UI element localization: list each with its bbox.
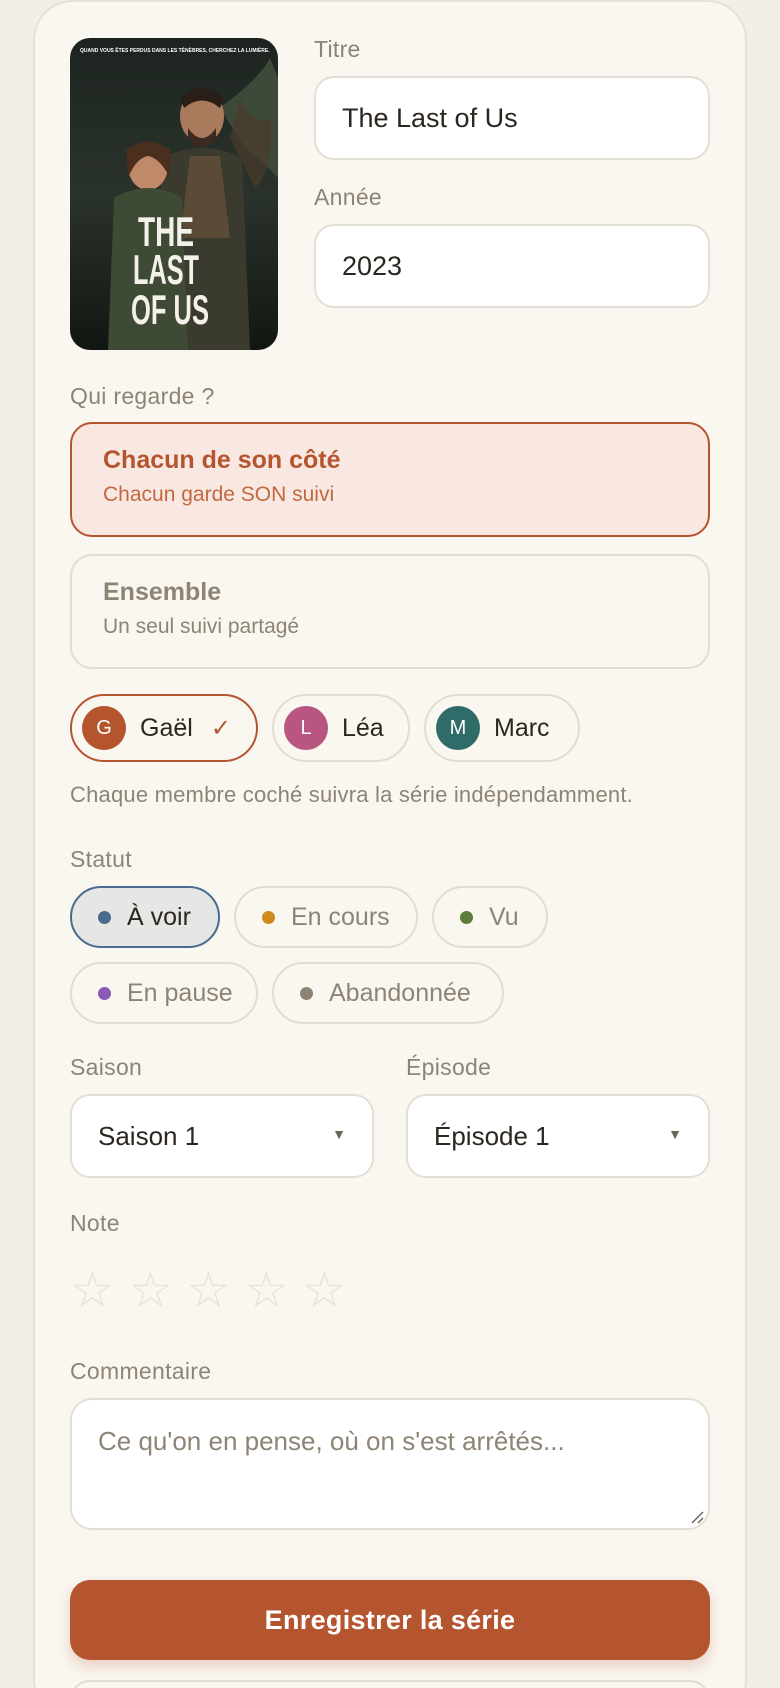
secondary-button[interactable] [70,1680,710,1688]
title-input[interactable]: The Last of Us [314,76,710,160]
star-icon[interactable]: ☆ [244,1262,302,1318]
avatar: L [284,706,328,750]
status-chip-label: En pause [127,978,233,1007]
status-chip-watched[interactable]: Vu [432,886,548,948]
star-icon[interactable]: ☆ [128,1262,186,1318]
rating-label: Note [70,1210,120,1236]
star-icon[interactable]: ☆ [186,1262,244,1318]
year-input[interactable]: 2023 [314,224,710,308]
member-name: Léa [342,713,384,742]
season-label: Saison [70,1054,143,1080]
avatar: M [436,706,480,750]
status-chip-abandoned[interactable]: Abandonnée [272,962,504,1024]
status-chip-in-progress[interactable]: En cours [234,886,418,948]
mode-title: Ensemble [103,578,222,606]
poster-image[interactable]: QUAND VOUS ÊTES PERDUS DANS LES TÉNÈBRES… [70,38,278,350]
member-chip-gael[interactable]: G Gaël ✓ [70,694,258,762]
member-name: Gaël [140,713,193,742]
mode-option-separate[interactable]: Chacun de son côté Chacun garde SON suiv… [70,422,710,537]
checkmark-icon: ✓ [210,714,231,742]
status-chip-label: Abandonnée [329,978,471,1007]
season-select[interactable]: Saison 1 ▼ [70,1094,374,1178]
episode-select[interactable]: Épisode 1 ▼ [406,1094,710,1178]
comment-textarea[interactable]: Ce qu'on en pense, où on s'est arrêtés..… [70,1398,710,1530]
status-dot-icon [300,986,313,1000]
status-chip-paused[interactable]: En pause [70,962,258,1024]
dropdown-arrow-icon: ▼ [668,1126,682,1142]
status-label: Statut [70,846,132,872]
member-name: Marc [494,713,550,742]
save-series-button[interactable]: Enregistrer la série [70,1580,710,1660]
mode-title: Chacun de son côté [103,446,341,474]
mode-option-together[interactable]: Ensemble Un seul suivi partagé [70,554,710,669]
status-dot-icon [98,910,111,924]
episode-label: Épisode [406,1054,492,1080]
poster-title-line: OF US [131,286,209,333]
status-chip-label: À voir [127,902,191,931]
status-chip-label: Vu [489,902,519,931]
status-dot-icon [98,986,111,1000]
watch-mode-label: Qui regarde ? [70,383,215,409]
dropdown-arrow-icon: ▼ [332,1126,346,1142]
comment-label: Commentaire [70,1358,212,1384]
star-icon[interactable]: ☆ [70,1262,128,1318]
mode-subtitle: Un seul suivi partagé [103,615,300,638]
season-select-value: Saison 1 [98,1120,200,1151]
resize-handle-icon[interactable] [690,1510,704,1524]
mode-subtitle: Chacun garde SON suivi [103,483,335,506]
rating-stars: ☆ ☆ ☆ ☆ ☆ [70,1262,360,1318]
episode-select-value: Épisode 1 [434,1120,550,1151]
year-label: Année [314,184,383,210]
member-chip-lea[interactable]: L Léa [272,694,410,762]
status-chip-label: En cours [291,902,390,931]
status-dot-icon [460,910,473,924]
status-chip-to-watch[interactable]: À voir [70,886,220,948]
status-dot-icon [262,910,275,924]
avatar: G [82,706,126,750]
poster-tagline: QUAND VOUS ÊTES PERDUS DANS LES TÉNÈBRES… [80,46,270,54]
comment-placeholder: Ce qu'on en pense, où on s'est arrêtés..… [98,1426,565,1456]
members-help-text: Chaque membre coché suivra la série indé… [70,782,633,807]
member-chip-marc[interactable]: M Marc [424,694,580,762]
star-icon[interactable]: ☆ [302,1262,360,1318]
title-label: Titre [314,36,361,62]
